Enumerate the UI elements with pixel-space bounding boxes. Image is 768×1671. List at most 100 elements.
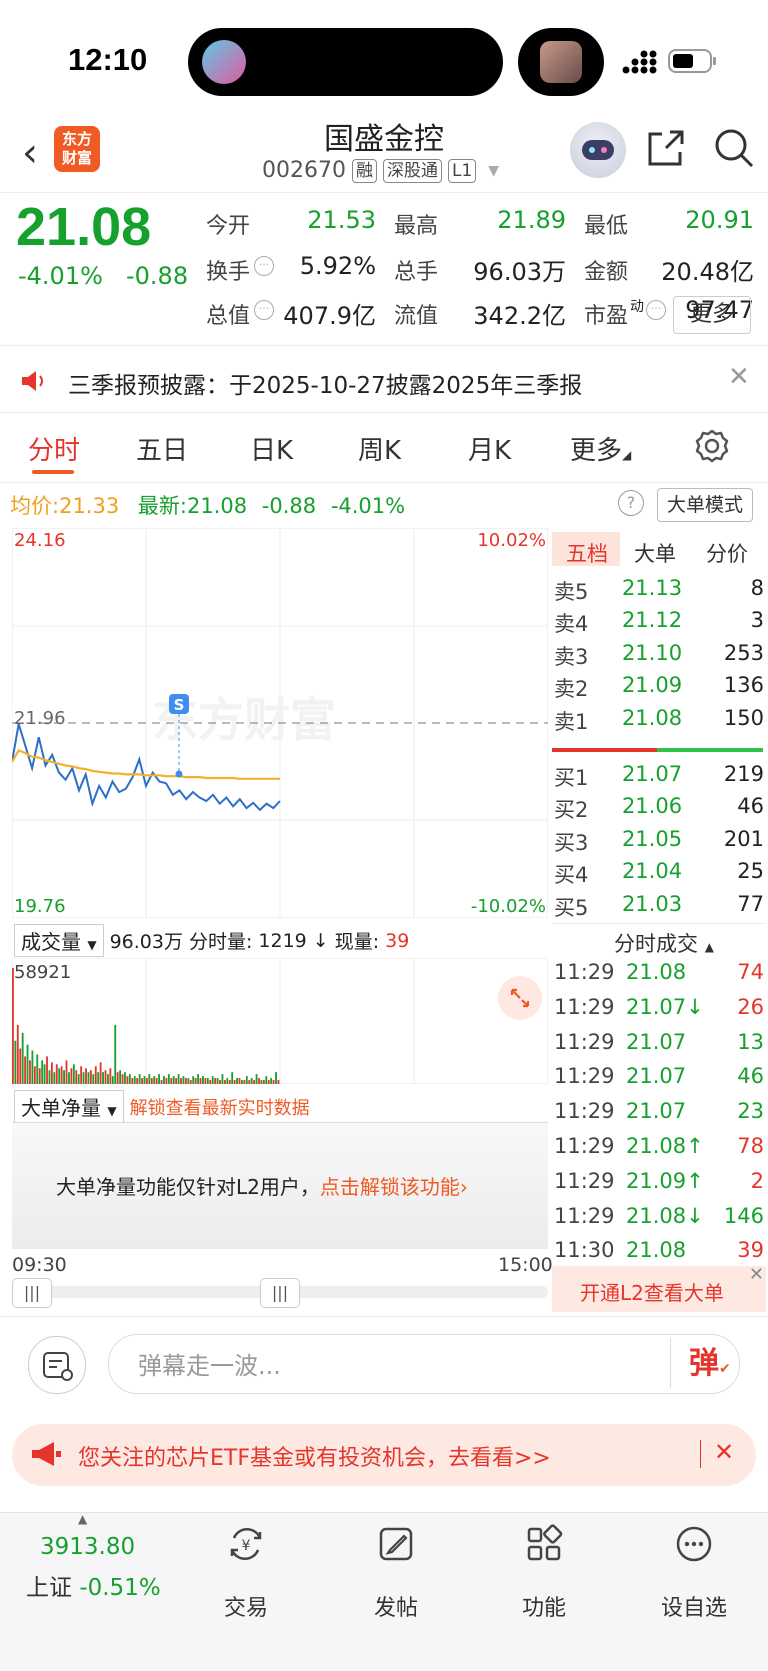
bid-row[interactable]: 买2 21.06 46 — [554, 794, 764, 824]
gear-icon[interactable] — [694, 428, 730, 464]
ask-row[interactable]: 卖1 21.08 150 — [554, 706, 764, 736]
volume-bar — [128, 1074, 131, 1084]
ask-vol: 3 — [750, 608, 764, 633]
volume-bar — [241, 1080, 243, 1084]
assistant-robot-icon[interactable] — [570, 122, 626, 178]
tick-row[interactable]: 11:29 21.07 23 — [554, 1099, 764, 1133]
locked-panel[interactable]: 大单净量功能仅针对L2用户，点击解锁该功能› — [12, 1122, 548, 1249]
l2-promo-bar[interactable]: 开通L2查看大单 ✕ — [552, 1264, 766, 1312]
volume-bar — [197, 1074, 199, 1084]
tick-row[interactable]: 11:29 21.08 74 — [554, 960, 764, 994]
stock-code-row[interactable]: 002670 融 深股通 L1 ▼ — [262, 158, 499, 183]
close-promo-icon[interactable]: ✕ — [714, 1438, 734, 1466]
volume-bar — [97, 1072, 100, 1084]
nav-add-watchlist[interactable]: 设自选 — [644, 1590, 744, 1622]
bid-row[interactable]: 买1 21.07 219 — [554, 762, 764, 792]
tick-row[interactable]: 11:29 21.08↓ 146 — [554, 1204, 764, 1238]
volume-bar — [211, 1076, 214, 1084]
expand-icon[interactable] — [498, 976, 542, 1020]
slider-left-handle[interactable]: ||| — [12, 1278, 52, 1308]
tab-five-day[interactable]: 五日 — [136, 430, 188, 467]
slider-right-handle[interactable]: ||| — [260, 1278, 300, 1308]
bid-row[interactable]: 买4 21.04 25 — [554, 859, 764, 889]
quote-label: 总值 — [206, 304, 251, 329]
info-icon[interactable]: ··· — [646, 300, 666, 320]
tag-connect: 深股通 — [382, 158, 442, 183]
ticks-title[interactable]: 分时成交 ▲ — [614, 928, 714, 958]
volume-chart[interactable]: 58921 — [12, 958, 548, 1084]
tick-vol: 2 — [750, 1168, 764, 1193]
tick-time: 11:29 — [554, 1134, 615, 1158]
volume-bar — [16, 1024, 19, 1084]
bid-price: 21.05 — [621, 826, 683, 851]
unlock-feature-link[interactable]: 点击解锁该功能› — [320, 1175, 468, 1199]
volume-bar — [182, 1076, 185, 1084]
tick-row[interactable]: 11:29 21.07 46 — [554, 1064, 764, 1098]
edit-icon[interactable] — [376, 1524, 416, 1564]
bid-vol: 25 — [737, 859, 764, 884]
share-icon[interactable] — [644, 126, 688, 170]
tab-big-order[interactable]: 大单 — [634, 538, 676, 568]
danmaku-button[interactable]: 弹✔ — [670, 1338, 739, 1388]
volume-bar — [216, 1078, 219, 1084]
nav-functions[interactable]: 功能 — [494, 1590, 594, 1622]
search-icon[interactable] — [712, 126, 756, 170]
tab-more[interactable]: 更多◢ — [570, 430, 631, 467]
index-row[interactable]: 上证 -0.51% — [26, 1568, 161, 1602]
grid-icon[interactable] — [524, 1524, 564, 1564]
volume-select[interactable]: 成交量 ▼ — [14, 924, 104, 957]
ask-row[interactable]: 卖3 21.10 253 — [554, 641, 764, 671]
quote-label: 换手 — [206, 260, 251, 285]
tab-monthly-k[interactable]: 月K — [468, 430, 511, 467]
ask-row[interactable]: 卖5 21.13 8 — [554, 576, 764, 606]
quote-label: 最低 — [584, 214, 629, 239]
volume-bar — [80, 1066, 83, 1084]
volume-bar — [202, 1076, 204, 1084]
close-notice-icon[interactable]: ✕ — [728, 362, 750, 392]
bid-label: 买2 — [554, 798, 589, 823]
close-l2-icon[interactable]: ✕ — [749, 1264, 764, 1285]
tick-vol: 146 — [723, 1203, 764, 1228]
unlock-link[interactable]: 解锁查看最新实时数据 — [130, 1094, 310, 1120]
nav-post[interactable]: 发帖 — [346, 1590, 446, 1622]
index-value[interactable]: 3913.80 — [40, 1534, 135, 1560]
nav-trade[interactable]: 交易 — [196, 1590, 296, 1622]
help-icon[interactable]: ? — [618, 490, 644, 516]
bid-vol: 219 — [723, 762, 764, 786]
tab-intraday[interactable]: 分时 — [28, 430, 80, 467]
tick-row[interactable]: 11:29 21.08↑ 78 — [554, 1134, 764, 1168]
tab-price-split[interactable]: 分价 — [706, 538, 748, 568]
volume-bar — [77, 1074, 80, 1084]
speaker-icon — [22, 371, 43, 391]
tab-weekly-k[interactable]: 周K — [358, 430, 401, 467]
ask-label: 卖5 — [554, 580, 589, 604]
intraday-price-chart[interactable]: 东方财富 24.16 21.96 19.76 10.02% -10.02% S — [12, 528, 548, 918]
comment-list-icon[interactable] — [28, 1336, 86, 1394]
ask-row[interactable]: 卖4 21.12 3 — [554, 608, 764, 638]
chevron-up-icon[interactable]: ▲ — [78, 1512, 87, 1526]
big-order-select[interactable]: 大单净量 ▼ — [14, 1090, 124, 1123]
ask-label: 卖3 — [554, 644, 589, 669]
svg-text:¥: ¥ — [242, 1538, 251, 1554]
notice-text[interactable]: 三季报预披露：于2025-10-27披露2025年三季报 — [68, 366, 582, 400]
tick-time: 11:29 — [554, 1099, 615, 1124]
info-icon[interactable]: ··· — [254, 300, 274, 320]
info-icon[interactable]: ··· — [254, 256, 274, 276]
volume-bar — [245, 1076, 248, 1084]
ask-row[interactable]: 卖2 21.09 136 — [554, 673, 764, 703]
tab-five-levels[interactable]: 五档 — [566, 538, 608, 568]
bid-row[interactable]: 买3 21.05 201 — [554, 827, 764, 857]
comment-placeholder: 弹幕走一波... — [138, 1352, 281, 1380]
more-quote-button[interactable]: 更多 — [673, 296, 751, 334]
more-circle-icon[interactable] — [674, 1524, 714, 1564]
tab-daily-k[interactable]: 日K — [250, 430, 293, 467]
tick-row[interactable]: 11:29 21.07 13 — [554, 1030, 764, 1064]
bid-row[interactable]: 买5 21.03 77 — [554, 892, 764, 922]
tick-row[interactable]: 11:29 21.09↑ 2 — [554, 1169, 764, 1203]
volume-bar — [138, 1074, 141, 1084]
tick-row[interactable]: 11:29 21.07↓ 26 — [554, 995, 764, 1029]
tick-time: 11:29 — [554, 960, 615, 984]
yen-exchange-icon[interactable]: ¥ — [226, 1524, 266, 1564]
big-order-mode-button[interactable]: 大单模式 — [657, 488, 753, 522]
ask-price: 21.08 — [621, 705, 683, 730]
